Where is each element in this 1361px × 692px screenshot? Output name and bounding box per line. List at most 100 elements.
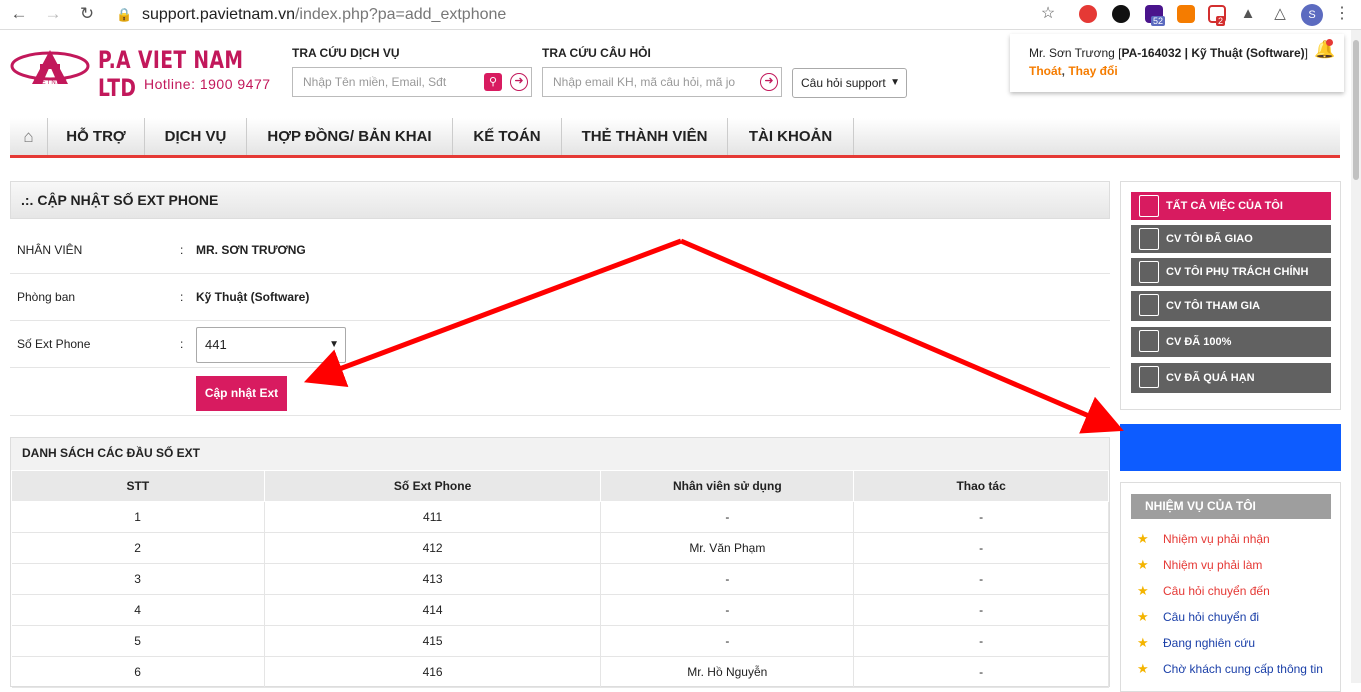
menu-item-services[interactable]: DỊCH VỤ <box>145 118 247 155</box>
faq-go-arrow-icon[interactable]: ➜ <box>760 73 778 91</box>
participating-button[interactable]: CV TÔI THAM GIA <box>1131 291 1331 321</box>
overdue-button[interactable]: CV ĐÃ QUÁ HẠN <box>1131 363 1331 393</box>
main-menu: ⌂ HỖ TRỢ DỊCH VỤ HỢP ĐỒNG/ BẢN KHAI KẾ T… <box>10 118 1340 158</box>
ext-list-title: DANH SÁCH CÁC ĐẦU SỐ EXT <box>11 438 1109 470</box>
task-link-do[interactable]: Nhiệm vụ phải làm <box>1163 558 1262 572</box>
update-ext-title: .:. CẬP NHẬT SỐ EXT PHONE <box>10 181 1110 219</box>
home-icon[interactable]: ⌂ <box>10 118 48 155</box>
hotline: Hotline: 1900 9477 <box>144 76 271 92</box>
logo-text: P.A VIET NAM LTD <box>98 46 244 102</box>
assigned-work-button[interactable]: CV TÔI ĐÃ GIAO <box>1131 225 1331 253</box>
ext-select-value: 441 <box>205 337 227 352</box>
url-path: /index.php?pa=add_extphone <box>294 6 507 23</box>
ext-opera-icon[interactable] <box>1079 5 1097 23</box>
table-row: 1 411- - <box>11 501 1109 533</box>
form-row-ext: Số Ext Phone : <box>10 321 1110 368</box>
col-ext: Số Ext Phone <box>263 470 602 502</box>
task-link-incoming[interactable]: Câu hỏi chuyển đến <box>1163 584 1270 598</box>
lock-icon: 🔒 <box>116 7 133 22</box>
user-info-box: Mr. Sơn Trương [PA-164032 | Kỹ Thuật (So… <box>1010 34 1344 92</box>
assign-doc-icon <box>1139 228 1159 250</box>
table-row: 3 413- - <box>11 563 1109 595</box>
charge-doc-icon <box>1139 261 1159 283</box>
dept-value: Kỹ Thuật (Software) <box>196 290 310 304</box>
lab-flask-icon[interactable]: △ <box>1269 3 1291 25</box>
my-tasks-panel: NHIỆM VỤ CỦA TÔI ★ Nhiệm vụ phải nhận ★ … <box>1120 482 1341 692</box>
ext-box-icon[interactable] <box>1177 5 1195 23</box>
main-charge-button[interactable]: CV TÔI PHỤ TRÁCH CHÍNH <box>1131 258 1331 286</box>
table-row: 4 414- - <box>11 594 1109 626</box>
faq-search-input[interactable]: Nhập email KH, mã câu hỏi, mã jo <box>542 67 782 97</box>
col-staff: Nhân viên sử dụng <box>600 470 855 502</box>
menu-item-accounting[interactable]: KẾ TOÁN <box>453 118 562 155</box>
ext-badge: 52 <box>1151 16 1166 26</box>
star-icon: ★ <box>1137 609 1149 624</box>
reload-icon[interactable]: ↻ <box>76 3 98 25</box>
tasks-title: NHIỆM VỤ CỦA TÔI <box>1131 494 1331 519</box>
ext-table: STT Số Ext Phone Nhân viên sử dụng Thao … <box>11 470 1109 688</box>
star-icon: ★ <box>1137 583 1149 598</box>
menu-item-support[interactable]: HỖ TRỢ <box>48 118 145 155</box>
user-name: Mr. Sơn Trương [PA-164032 | Kỹ Thuật (So… <box>1029 46 1308 60</box>
address-bar[interactable]: 🔒 support.pavietnam.vn/index.php?pa=add_… <box>106 3 1066 27</box>
ext-label: Số Ext Phone <box>17 337 91 351</box>
service-search-icon[interactable]: ⚲ <box>484 73 502 91</box>
dept-label: Phòng ban <box>17 290 76 304</box>
overdue-list-icon <box>1139 366 1159 388</box>
form-row-dept: Phòng ban : Kỹ Thuật (Software) <box>10 274 1110 321</box>
star-icon: ★ <box>1137 557 1149 572</box>
service-go-arrow-icon[interactable]: ➜ <box>510 73 528 91</box>
ext-list-panel: DANH SÁCH CÁC ĐẦU SỐ EXT STT Số Ext Phon… <box>10 437 1110 688</box>
logout-link[interactable]: Thoát <box>1029 64 1062 78</box>
pa-logo-mark-icon <box>10 50 90 84</box>
kebab-menu-icon[interactable]: ⋮ <box>1331 3 1353 25</box>
menu-item-member-card[interactable]: THẺ THÀNH VIÊN <box>562 118 728 155</box>
back-icon[interactable]: ← <box>8 3 30 25</box>
table-header-row: STT Số Ext Phone Nhân viên sử dụng Thao … <box>11 470 1109 502</box>
table-row: 5 415- - <box>11 625 1109 657</box>
notification-dot <box>1326 39 1333 46</box>
task-link-waiting[interactable]: Chờ khách cung cấp thông tin <box>1163 662 1323 676</box>
form-row-staff: NHÂN VIÊN : MR. SƠN TRƯƠNG <box>10 227 1110 274</box>
change-link[interactable]: Thay đổi <box>1068 64 1117 78</box>
star-icon: ★ <box>1137 531 1149 546</box>
staff-value: MR. SƠN TRƯƠNG <box>196 243 306 257</box>
extensions-puzzle-icon[interactable]: ▲ <box>1237 3 1259 25</box>
form-row-submit <box>10 369 1110 416</box>
bookmark-star-icon[interactable]: ☆ <box>1037 3 1059 25</box>
ext-ip-icon[interactable] <box>1112 5 1130 23</box>
faq-search-title: TRA CỨU CÂU HỎI <box>542 46 651 60</box>
work-filter-panel: TẤT CẢ VIỆC CỦA TÔI CV TÔI ĐÃ GIAO CV TÔ… <box>1120 181 1341 410</box>
task-link-outgoing[interactable]: Câu hỏi chuyển đi <box>1163 610 1259 624</box>
all-my-work-button[interactable]: TẤT CẢ VIỆC CỦA TÔI <box>1131 192 1331 220</box>
forward-icon[interactable]: → <box>42 3 64 25</box>
menu-item-account[interactable]: TÀI KHOẢN <box>728 118 854 155</box>
browser-toolbar: ← → ↻ 🔒 support.pavietnam.vn/index.php?p… <box>0 0 1361 30</box>
highlight-box <box>1120 424 1341 471</box>
profile-avatar[interactable]: S <box>1301 4 1323 26</box>
completed-button[interactable]: CV ĐÃ 100% <box>1131 327 1331 357</box>
faq-select-value: Câu hỏi support <box>801 76 886 90</box>
logo-subtext: VIETNAM <box>34 80 68 86</box>
scrollbar-thumb[interactable] <box>1353 40 1359 180</box>
staff-label: NHÂN VIÊN <box>17 243 83 257</box>
table-row: 2 412 Mr. Văn Phạm - <box>11 532 1109 564</box>
col-stt: STT <box>11 470 265 502</box>
participate-doc-icon <box>1139 294 1159 316</box>
col-action: Thao tác <box>853 470 1109 502</box>
chevron-down-icon: ▼ <box>329 339 339 350</box>
faq-type-select[interactable]: Câu hỏi support ▼ <box>792 68 907 98</box>
chevron-down-icon: ▼ <box>890 77 900 88</box>
task-link-research[interactable]: Đang nghiên cứu <box>1163 636 1255 650</box>
ext-phone-select[interactable]: 441 ▼ <box>196 327 346 363</box>
menu-item-contracts[interactable]: HỢP ĐỒNG/ BẢN KHAI <box>247 118 453 155</box>
site-logo[interactable]: VIETNAM P.A VIET NAM LTD Hotline: 1900 9… <box>10 40 290 102</box>
task-link-receive[interactable]: Nhiệm vụ phải nhận <box>1163 532 1270 546</box>
update-ext-button[interactable]: Cập nhật Ext <box>196 376 287 411</box>
service-search-title: TRA CỨU DỊCH VỤ <box>292 46 400 60</box>
tasks-doc-icon <box>1139 195 1159 217</box>
url-host: support.pavietnam.vn <box>142 6 295 23</box>
gmail-badge: 2 <box>1216 16 1226 26</box>
checklist-icon <box>1139 330 1159 352</box>
star-icon: ★ <box>1137 635 1149 650</box>
